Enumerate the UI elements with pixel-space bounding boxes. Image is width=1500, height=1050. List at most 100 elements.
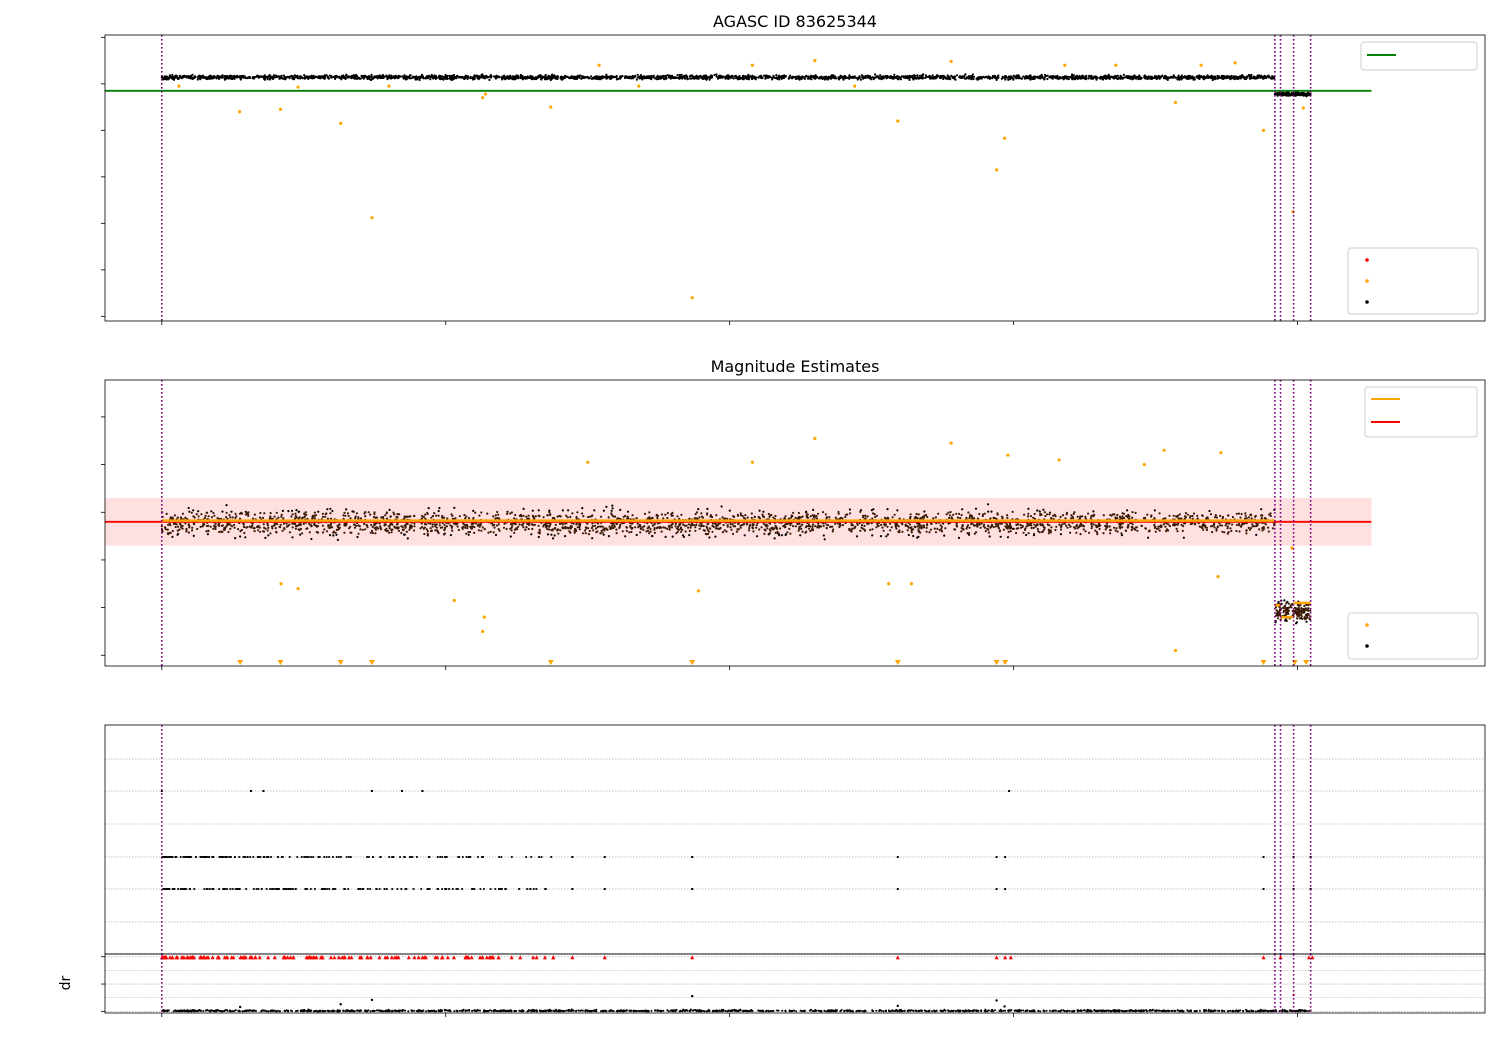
ok-point [496,510,499,514]
ok-point [1059,528,1063,531]
ok-point [1082,75,1085,78]
ok-point [592,529,595,532]
ok-point [576,511,579,514]
ok-point [649,527,652,531]
ok-point [613,525,616,528]
ok-point [1130,75,1133,78]
ok-point [587,533,591,536]
ok-point [605,76,608,79]
ok-point [489,76,492,79]
ok-point [991,77,994,80]
ok-point [1149,75,1152,78]
ok-point [850,529,853,532]
ok-point [1016,523,1020,526]
ok-point [699,74,702,77]
ok-point [624,514,627,518]
ok-point [318,76,321,79]
ok-point [239,530,242,533]
ok-point [187,506,190,510]
ok-point [672,77,676,80]
ok-point [478,514,481,517]
ok-point [1172,76,1175,79]
ok-point [464,76,467,79]
ok-point [575,76,579,79]
ok-point [849,512,852,515]
ok-point [983,523,986,526]
ok-point [789,532,792,535]
ok-point [1098,527,1101,531]
ok-point [949,510,952,514]
ok-point [285,76,288,79]
ok-point [772,74,775,77]
ok-point [921,74,924,77]
ok-point [965,516,968,520]
ok-point [689,526,692,529]
ok-point [1196,514,1199,517]
ok-point [179,516,183,519]
ok-point [498,75,501,78]
ok-point [443,532,446,535]
ok-point [1238,524,1241,527]
ok-point [775,74,778,77]
ok-point [1026,515,1030,518]
ok-point [727,77,730,80]
ok-point [861,527,864,530]
ok-point [736,528,739,531]
ok-point [324,515,327,518]
ok-point [1009,530,1012,533]
ok-point [1033,75,1036,78]
ok-point [454,517,457,520]
ok-point [873,76,876,79]
ok-point [1126,509,1129,512]
ok-point [266,529,269,532]
ok-point [191,73,194,76]
ok-point [1010,76,1013,79]
ok-point [456,525,459,528]
ok-point [329,512,332,515]
ok-point [768,528,771,531]
ok-point [720,505,723,508]
ok-point [1096,76,1099,79]
ok-point [621,530,624,533]
ok-point [1188,74,1191,78]
ok-point [225,515,228,519]
ok-point [928,531,931,534]
ok-point [1017,74,1020,77]
ok-point [1264,523,1267,526]
ok-point [676,73,679,77]
ok-point [1226,525,1229,528]
ok-point [717,76,720,79]
ok-point [1075,531,1078,534]
ok-point [985,75,988,78]
ok-point [885,535,888,538]
ok-point [1184,516,1187,519]
ok-point [481,76,484,79]
ok-point [1089,517,1092,520]
ok-point [1102,76,1105,79]
ok-point [1023,513,1026,516]
ok-point [1028,74,1031,77]
ok-point [696,77,699,80]
ok-point [1221,530,1224,533]
ok-point [401,526,404,529]
ok-point [171,529,174,533]
ok-point [933,527,936,530]
ok-point [437,514,440,517]
ok-point [1052,75,1055,78]
ok-point [331,509,334,513]
ok-point [980,522,983,525]
ok-point [852,76,855,79]
ok-point [784,515,787,518]
ok-point [210,516,214,519]
ok-point [875,526,878,529]
ok-point [961,75,964,78]
ok-point [247,514,250,518]
panel-agasc-magnitude: AGASC ID 83625344 [101,12,1486,325]
ok-point [918,530,921,533]
ok-point [1204,76,1207,80]
ok-point [359,528,362,531]
ok-point [1214,514,1217,517]
ok-point [509,512,512,515]
ok-point [260,75,263,79]
ok-point [1131,516,1134,519]
